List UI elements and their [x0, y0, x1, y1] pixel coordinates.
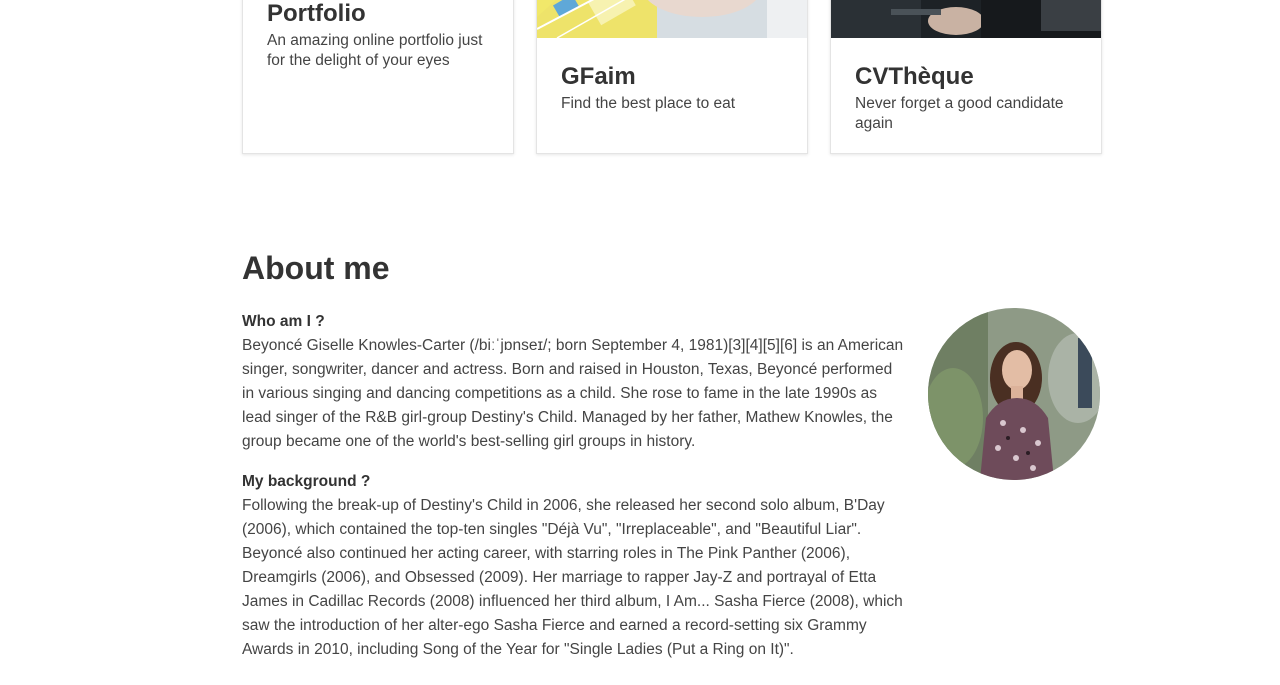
- page: Portfolio An amazing online portfolio ju…: [0, 0, 1280, 685]
- project-card-cvtheque[interactable]: CVThèque Never forget a good candidate a…: [830, 0, 1102, 154]
- background-heading: My background ?: [242, 473, 371, 490]
- card-body: GFaim Find the best place to eat: [561, 62, 787, 114]
- who-am-i-heading: Who am I ?: [242, 313, 325, 330]
- background-text: Following the break-up of Destiny's Chil…: [242, 497, 903, 658]
- card-body: CVThèque Never forget a good candidate a…: [855, 62, 1081, 134]
- about-title: About me: [242, 250, 390, 286]
- project-card-gfaim[interactable]: GFaim Find the best place to eat: [536, 0, 808, 154]
- who-am-i-text: Beyoncé Giselle Knowles-Carter (/biːˈjɒn…: [242, 337, 904, 450]
- project-card-portfolio[interactable]: Portfolio An amazing online portfolio ju…: [242, 0, 514, 154]
- card-description: Never forget a good candidate again: [855, 95, 1064, 132]
- card-body: Portfolio An amazing online portfolio ju…: [267, 0, 493, 71]
- card-image: [537, 0, 807, 38]
- card-title: CVThèque: [855, 63, 974, 90]
- about-text: Who am I ? Beyoncé Giselle Knowles-Carte…: [242, 310, 907, 678]
- card-image: [831, 0, 1101, 38]
- card-description: An amazing online portfolio just for the…: [267, 32, 483, 69]
- card-title: Portfolio: [267, 0, 366, 27]
- avatar: [928, 308, 1100, 480]
- card-description: Find the best place to eat: [561, 95, 736, 112]
- project-cards: Portfolio An amazing online portfolio ju…: [242, 0, 1102, 154]
- card-title: GFaim: [561, 63, 636, 90]
